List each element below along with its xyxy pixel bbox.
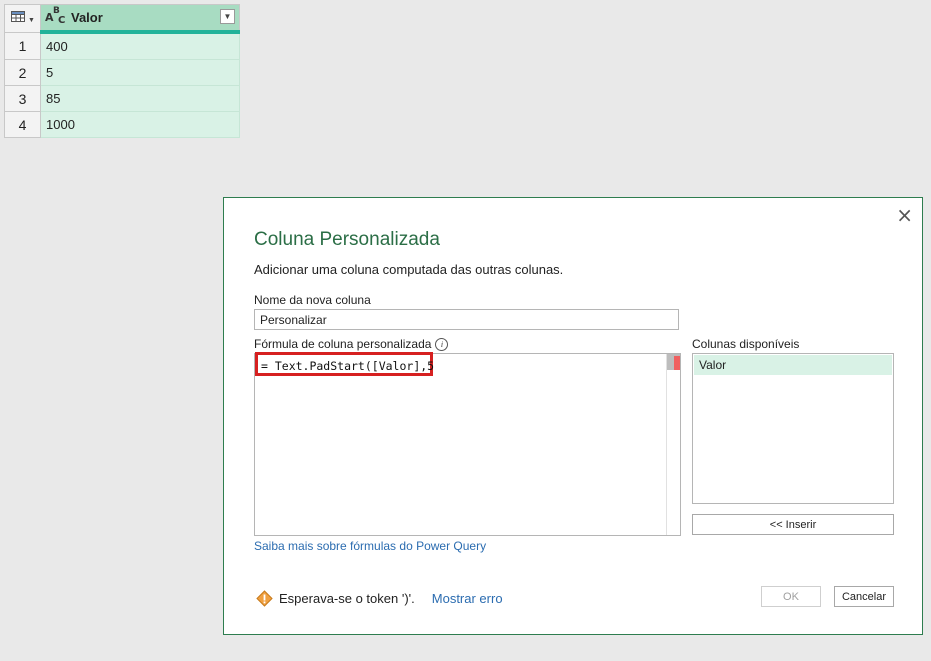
chevron-down-icon: ▼ — [28, 17, 35, 24]
new-column-name-input[interactable] — [254, 309, 679, 330]
insert-button[interactable]: << Inserir — [692, 514, 894, 535]
formula-scrollbar[interactable] — [666, 354, 680, 535]
learn-more-link[interactable]: Saiba mais sobre fórmulas do Power Query — [254, 539, 486, 553]
info-icon[interactable]: i — [435, 338, 449, 352]
table-cell[interactable]: 85 — [40, 85, 240, 112]
table-icon — [11, 11, 25, 22]
column-header-label: Valor — [71, 10, 103, 25]
warning-icon — [256, 590, 273, 607]
table-row: 4 1000 — [4, 111, 240, 138]
formula-label-row: Fórmula de coluna personalizada i — [254, 337, 449, 352]
custom-column-dialog: × Coluna Personalizada Adicionar uma col… — [223, 197, 923, 635]
table-cell[interactable]: 400 — [40, 31, 240, 60]
available-columns-list[interactable]: Valor — [692, 353, 894, 504]
close-icon[interactable]: × — [896, 203, 913, 227]
error-message: Esperava-se o token ')'. — [279, 591, 415, 606]
list-item[interactable]: Valor — [694, 355, 892, 375]
table-cell[interactable]: 1000 — [40, 111, 240, 138]
column-header-valor[interactable]: A B C Valor ▼ — [40, 4, 240, 34]
error-marker — [674, 356, 680, 370]
row-number: 2 — [4, 59, 41, 86]
formula-editor[interactable]: = Text.PadStart([Valor],5 — [254, 352, 681, 536]
data-preview-table: ▼ A B C Valor ▼ 1 400 2 5 3 85 4 1000 — [4, 4, 240, 138]
error-status: Esperava-se o token ')'. Mostrar erro — [256, 590, 503, 607]
formula-label: Fórmula de coluna personalizada — [254, 337, 432, 351]
table-row: 1 400 — [4, 31, 240, 60]
new-column-name-label: Nome da nova coluna — [254, 293, 371, 307]
formula-text[interactable]: = Text.PadStart([Valor],5 — [261, 359, 434, 373]
show-error-link[interactable]: Mostrar erro — [432, 591, 503, 606]
row-number: 3 — [4, 85, 41, 112]
table-menu-button[interactable]: ▼ — [4, 4, 41, 33]
table-cell[interactable]: 5 — [40, 59, 240, 86]
column-filter-dropdown-icon[interactable]: ▼ — [220, 9, 235, 24]
ok-button[interactable]: OK — [761, 586, 821, 607]
table-row: 3 85 — [4, 85, 240, 112]
available-columns-label: Colunas disponíveis — [692, 337, 800, 351]
dialog-title: Coluna Personalizada — [254, 229, 440, 250]
table-header-row: ▼ A B C Valor ▼ — [4, 4, 240, 34]
table-row: 2 5 — [4, 59, 240, 86]
row-number: 1 — [4, 31, 41, 60]
row-number: 4 — [4, 111, 41, 138]
dialog-subtitle: Adicionar uma coluna computada das outra… — [254, 262, 564, 277]
cancel-button[interactable]: Cancelar — [834, 586, 894, 607]
